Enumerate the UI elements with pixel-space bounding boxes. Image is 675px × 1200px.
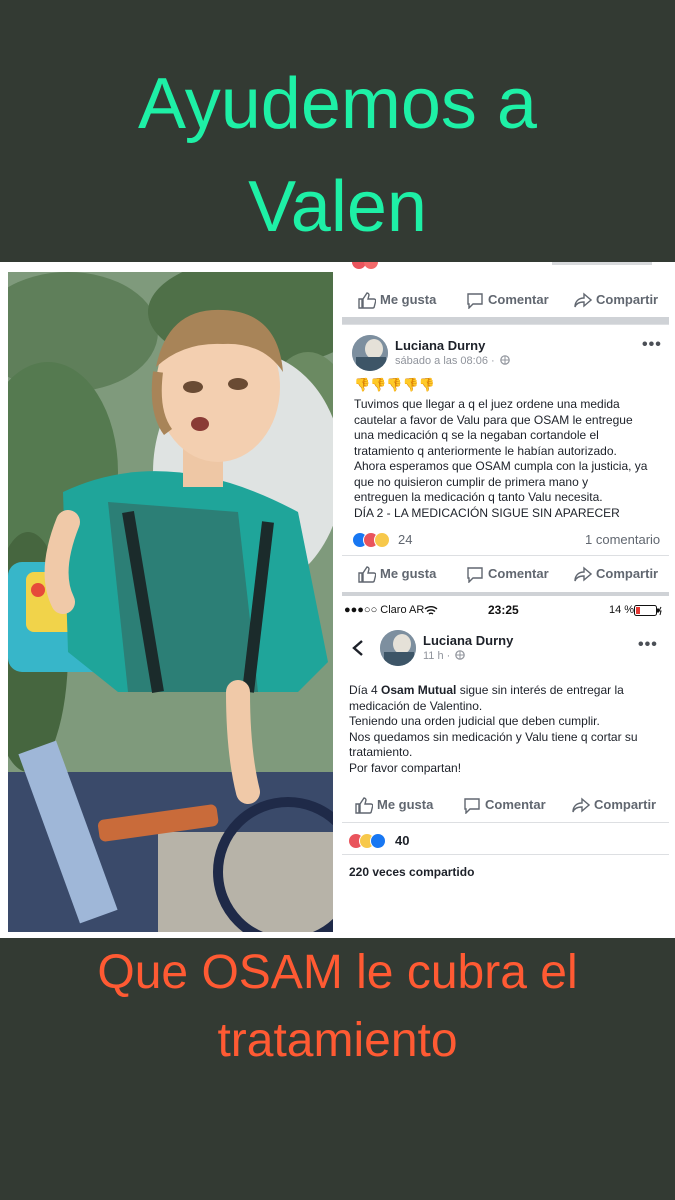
- carrier: ●●●○○ Claro AR: [344, 604, 425, 616]
- wifi-icon: [424, 606, 438, 615]
- avatar-image: [380, 630, 416, 666]
- comment-icon: [464, 798, 480, 814]
- like-icon: [358, 566, 376, 583]
- post1-line: Tuvimos que llegar a q el juez ordene un…: [354, 397, 620, 411]
- post1-line: cautelar a favor de Valu para que OSAM l…: [354, 412, 633, 427]
- post1-comments-count[interactable]: 1 comentario: [585, 532, 660, 547]
- like-icon: [355, 797, 373, 814]
- comment-label: Comentar: [485, 797, 546, 812]
- divider: [342, 324, 669, 325]
- post1-actions: Me gusta Comentar Compartir: [342, 559, 669, 589]
- post2-author[interactable]: Luciana Durny: [423, 633, 513, 648]
- divider: [342, 822, 669, 823]
- post2-line: Teniendo una orden judicial que deben cu…: [349, 714, 600, 728]
- post2-time: 11 h ·: [423, 650, 451, 662]
- post0-actions: Me gusta Comentar Compartir: [342, 285, 669, 315]
- post2-line1-pre: Día 4: [349, 683, 382, 697]
- post2-reaction-count[interactable]: 40: [395, 833, 409, 848]
- post2-line: Nos quedamos sin medicación y Valu tiene…: [349, 729, 638, 744]
- ios-status-bar: ●●●○○ Claro AR 23:25 14 %: [342, 596, 675, 624]
- back-chevron-icon[interactable]: [352, 640, 364, 656]
- divider: [342, 555, 669, 556]
- post1-timestamp[interactable]: sábado a las 08:06 ·: [395, 355, 510, 367]
- comment-icon: [467, 293, 483, 309]
- child-photo: [8, 272, 333, 932]
- post1-line: una medicación q se la negaban cortandol…: [354, 428, 599, 442]
- like-label: Me gusta: [380, 566, 437, 581]
- content-panel: Me gusta Comentar Compartir Luciana Durn…: [0, 262, 675, 938]
- post2-line: medicación de Valentino.: [349, 698, 483, 713]
- divider: [342, 854, 669, 855]
- post1-reaction-icons[interactable]: [352, 531, 398, 548]
- comment-icon: [467, 567, 483, 583]
- clock: 23:25: [488, 603, 519, 617]
- battery-icon: [634, 605, 662, 616]
- post1-reaction-count[interactable]: 24: [398, 532, 412, 547]
- post1-text: Tuvimos que llegar a q el juez ordene un…: [354, 397, 647, 521]
- post2-tagged-page[interactable]: Osam Mutual: [381, 683, 456, 697]
- share-label: Compartir: [596, 566, 659, 581]
- comment-label: Comentar: [488, 292, 549, 307]
- sad-reaction-icon: [374, 532, 390, 548]
- post2-line1-post: sigue sin interés de entregar la: [456, 683, 624, 697]
- footer-line-1: Que OSAM le cubra el: [97, 946, 578, 999]
- author-avatar[interactable]: [380, 630, 416, 666]
- globe-icon: [499, 355, 510, 365]
- post2-shares-count[interactable]: 220 veces compartido: [349, 865, 474, 879]
- headline-line-2: Valen: [248, 167, 427, 247]
- post2-reaction-icons[interactable]: [348, 832, 394, 849]
- post1-emoji-row: 👎👎👎👎👎: [354, 377, 435, 392]
- post1-line: Ahora esperamos que OSAM cumpla con la j…: [354, 459, 648, 473]
- post1-line: DÍA 2 - LA MEDICACIÓN SIGUE SIN APARECER: [354, 505, 620, 520]
- share-label: Compartir: [596, 292, 659, 307]
- share-icon: [574, 566, 592, 582]
- like-label: Me gusta: [380, 292, 437, 307]
- more-options-icon[interactable]: •••: [642, 336, 662, 354]
- post1-line: entreguen la medicación q tanto Valu nec…: [354, 490, 603, 504]
- globe-icon: [455, 650, 466, 660]
- like-icon: [358, 292, 376, 309]
- post2-line: Por favor compartan!: [349, 760, 462, 775]
- like-label: Me gusta: [377, 797, 434, 812]
- post1-line: tratamiento q anteriormente le habían au…: [354, 443, 617, 458]
- more-options-icon[interactable]: •••: [638, 636, 658, 654]
- child-photo-illustration: [8, 272, 333, 932]
- post2-line: tratamiento.: [349, 745, 413, 759]
- share-icon: [572, 797, 590, 813]
- post2-timestamp[interactable]: 11 h ·: [423, 650, 466, 662]
- avatar-image: [352, 335, 388, 371]
- post2-text: Día 4 Osam Mutual sigue sin interés de e…: [349, 683, 638, 776]
- feed-divider: [342, 317, 669, 324]
- post2-actions: Me gusta Comentar Compartir: [342, 790, 669, 820]
- cropped-reactions-row: [352, 262, 652, 270]
- author-avatar[interactable]: [352, 335, 388, 371]
- battery-level: 14 %: [609, 604, 635, 616]
- like-reaction-icon: [370, 833, 386, 849]
- share-icon: [574, 292, 592, 308]
- post2-line: Día 4 Osam Mutual sigue sin interés de e…: [349, 683, 638, 699]
- facebook-screenshots: Me gusta Comentar Compartir Luciana Durn…: [342, 262, 675, 938]
- post1-line: que no quisieron cumplir de primera mano…: [354, 474, 589, 489]
- comment-label: Comentar: [488, 566, 549, 581]
- footer-line-2: tratamiento: [217, 1014, 458, 1067]
- headline-line-1: Ayudemos a: [138, 64, 537, 144]
- share-label: Compartir: [594, 797, 657, 812]
- post1-time: sábado a las 08:06 ·: [395, 355, 495, 367]
- post1-author[interactable]: Luciana Durny: [395, 338, 485, 353]
